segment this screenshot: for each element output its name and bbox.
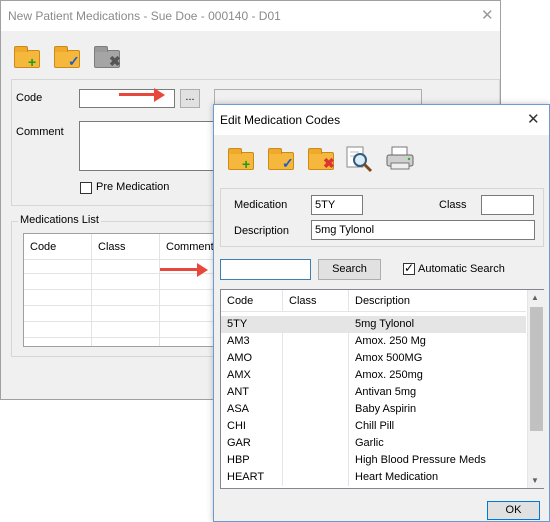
scroll-up-icon[interactable]: ▲: [531, 293, 539, 302]
cell-class: [283, 333, 349, 350]
save-button[interactable]: ✓: [52, 41, 84, 71]
cell-class: [283, 435, 349, 452]
cell-description: Chill Pill: [355, 420, 395, 432]
list-row[interactable]: HBP High Blood Pressure Meds: [221, 452, 526, 469]
cell-description: Garlic: [355, 437, 384, 449]
list-row[interactable]: ANT Antivan 5mg: [221, 384, 526, 401]
list-row[interactable]: AMX Amox. 250mg: [221, 367, 526, 384]
annotation-arrow-browse: [119, 87, 165, 103]
medication-label: Medication: [234, 199, 288, 211]
medications-grid[interactable]: Code Class Comment: [23, 233, 223, 347]
cell-class: [283, 418, 349, 435]
cell-code: AMO: [221, 350, 283, 367]
grid-header: Code Class Comment: [24, 234, 222, 260]
cell-code: ASA: [221, 401, 283, 418]
comment-field[interactable]: [79, 121, 219, 171]
cell-code: HEART: [221, 469, 283, 486]
ok-button[interactable]: OK: [487, 501, 540, 520]
window-title: New Patient Medications - Sue Doe - 0001…: [8, 9, 281, 23]
title-bar: New Patient Medications - Sue Doe - 0001…: [1, 1, 500, 31]
column-header-code[interactable]: Code: [30, 241, 56, 253]
cell-description: High Blood Pressure Meds: [355, 454, 486, 466]
save-button[interactable]: ✓: [266, 143, 298, 173]
column-header-description[interactable]: Description: [349, 290, 526, 312]
close-icon[interactable]: ✕: [527, 112, 540, 127]
table-row[interactable]: [24, 276, 222, 290]
search-input[interactable]: [220, 259, 311, 280]
cell-class: [283, 350, 349, 367]
cell-code: AMX: [221, 367, 283, 384]
list-header: Code Class Description: [221, 290, 526, 312]
edit-medication-codes-dialog: Edit Medication Codes ✕ + ✓ ✖ Medication: [213, 104, 550, 522]
cell-class: [283, 367, 349, 384]
list-body: 5TY 5mg Tylonol AM3 Amox. 250 Mg AMO Amo…: [221, 313, 526, 489]
magnify-icon: [346, 146, 373, 173]
browse-button[interactable]: ...: [180, 89, 200, 108]
table-row[interactable]: [24, 324, 222, 338]
cell-description: Amox. 250 Mg: [355, 335, 426, 347]
cell-description: Amox. 250mg: [355, 369, 423, 381]
delete-button[interactable]: ✖: [92, 41, 124, 71]
cell-description: Amox 500MG: [355, 352, 423, 364]
pre-medication-checkbox[interactable]: [80, 182, 92, 194]
scroll-down-icon[interactable]: ▼: [531, 476, 539, 485]
print-button[interactable]: [384, 143, 416, 173]
column-header-class[interactable]: Class: [98, 241, 126, 253]
comment-label: Comment: [16, 126, 64, 138]
cell-description: Antivan 5mg: [355, 386, 417, 398]
list-row[interactable]: ASA Baby Aspirin: [221, 401, 526, 418]
medications-list-label: Medications List: [18, 214, 101, 226]
search-button[interactable]: Search: [318, 259, 381, 280]
automatic-search-label: Automatic Search: [418, 263, 505, 275]
cell-class: [283, 469, 349, 486]
pre-medication-label: Pre Medication: [96, 181, 170, 193]
class-input[interactable]: [481, 195, 534, 215]
cell-description: Heart Medication: [355, 471, 439, 483]
cell-class: [283, 452, 349, 469]
description-label: Description: [234, 225, 290, 237]
list-row[interactable]: AMO Amox 500MG: [221, 350, 526, 367]
list-row[interactable]: 5TY 5mg Tylonol: [221, 316, 526, 333]
list-row[interactable]: GAR Garlic: [221, 435, 526, 452]
print-icon: [386, 146, 414, 170]
scrollbar-thumb[interactable]: [530, 307, 543, 431]
cell-code: HBP: [221, 452, 283, 469]
cell-description: Baby Aspirin: [355, 403, 417, 415]
code-label: Code: [16, 92, 43, 104]
column-header-comment[interactable]: Comment: [166, 241, 214, 253]
cell-class: [283, 316, 349, 333]
cell-class: [283, 401, 349, 418]
search-records-button[interactable]: [344, 143, 376, 173]
table-row[interactable]: [24, 292, 222, 306]
cell-code: CHI: [221, 418, 283, 435]
description-input[interactable]: [311, 220, 535, 240]
close-icon[interactable]: ✕: [481, 8, 494, 23]
add-button[interactable]: +: [226, 143, 258, 173]
automatic-search-checkbox[interactable]: [403, 261, 415, 275]
cell-code: ANT: [221, 384, 283, 401]
delete-button[interactable]: ✖: [306, 143, 338, 173]
medication-codes-list[interactable]: Code Class Description 5TY 5mg Tylonol A…: [220, 289, 544, 489]
vertical-scrollbar[interactable]: ▲ ▼: [527, 290, 544, 488]
list-row[interactable]: HEART Heart Medication: [221, 469, 526, 486]
cell-code: GAR: [221, 435, 283, 452]
column-header-class[interactable]: Class: [283, 290, 349, 312]
cell-class: [283, 384, 349, 401]
class-label: Class: [439, 199, 467, 211]
table-row[interactable]: [24, 308, 222, 322]
cell-code: 5TY: [221, 316, 283, 333]
cell-code: AM3: [221, 333, 283, 350]
list-row[interactable]: CHI Chill Pill: [221, 418, 526, 435]
annotation-arrow-search: [160, 262, 208, 278]
medication-input[interactable]: [311, 195, 363, 215]
column-header-code[interactable]: Code: [221, 290, 283, 312]
add-button[interactable]: +: [12, 41, 44, 71]
list-row[interactable]: AM3 Amox. 250 Mg: [221, 333, 526, 350]
dialog-title: Edit Medication Codes: [220, 113, 341, 127]
cell-description: 5mg Tylonol: [355, 318, 415, 330]
dialog-title-bar: Edit Medication Codes ✕: [214, 105, 549, 135]
